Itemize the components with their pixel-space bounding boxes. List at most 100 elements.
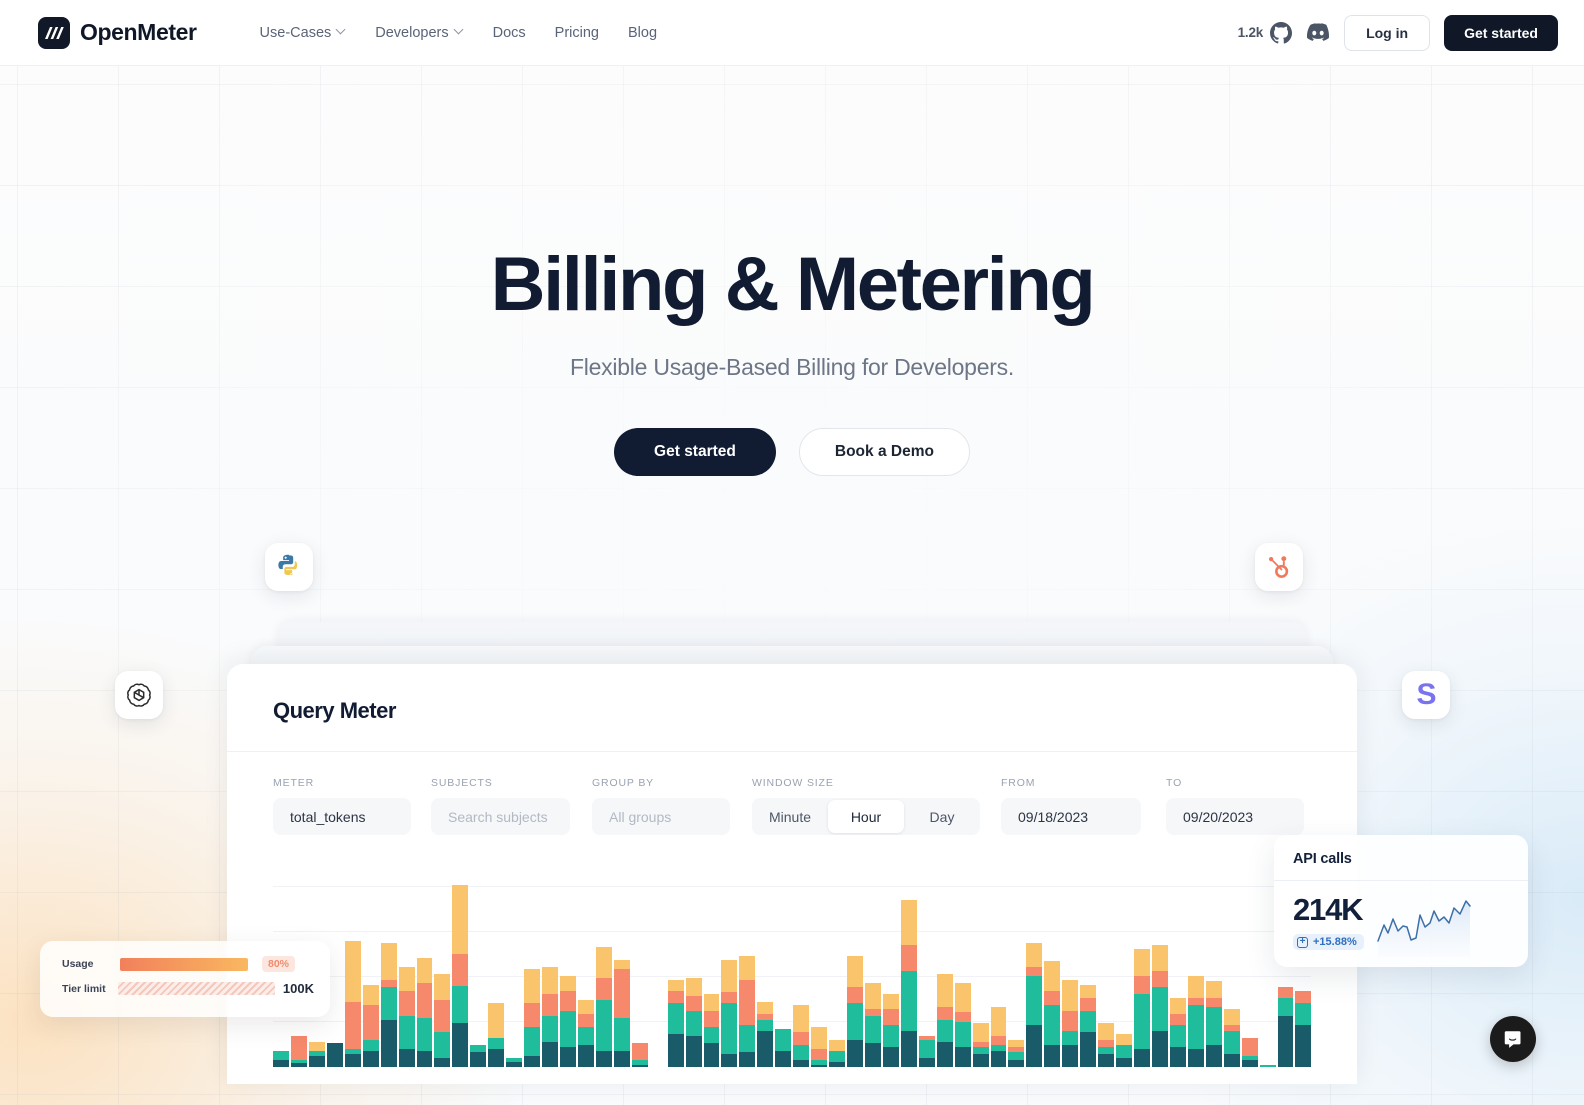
- chart-bar-segment: [524, 1003, 541, 1027]
- chart-bar-segment: [882, 1025, 899, 1047]
- intercom-chat-icon[interactable]: [1490, 1016, 1536, 1062]
- chart-bar-segment: [631, 1065, 648, 1067]
- chart-bar-segment: [900, 899, 917, 946]
- chart-bar-segment: [416, 957, 433, 984]
- get-started-button-nav[interactable]: Get started: [1444, 14, 1558, 51]
- window-size-option-day[interactable]: Day: [904, 798, 980, 835]
- chart-bar-segment: [290, 1063, 307, 1067]
- chart-bar-segment: [326, 1043, 343, 1067]
- nav-item-developers[interactable]: Developers: [364, 18, 474, 48]
- chart-bar-segment: [936, 1041, 953, 1067]
- chart-bar-segment: [1044, 961, 1061, 991]
- chart-bar: [847, 885, 863, 1067]
- chart-bar: [470, 885, 487, 1067]
- nav-item-use-cases[interactable]: Use-Cases: [249, 18, 358, 48]
- chart-bar-segment: [954, 1046, 971, 1067]
- chart-bar-segment: [847, 956, 863, 987]
- book-demo-button[interactable]: Book a Demo: [798, 428, 970, 477]
- chart-bar-segment: [452, 953, 469, 986]
- chart-bar-segment: [972, 1047, 989, 1055]
- chart-bar-segment: [1277, 1016, 1294, 1067]
- chart-bar-segment: [703, 1026, 720, 1044]
- nav-item-pricing[interactable]: Pricing: [544, 18, 610, 48]
- chart-bar-segment: [936, 1006, 953, 1020]
- discord-icon[interactable]: [1306, 23, 1330, 42]
- chart-bar-segment: [613, 959, 630, 969]
- chart-bar-segment: [1080, 1010, 1097, 1033]
- chart-bar-segment: [757, 1030, 774, 1067]
- chart-bar: [1134, 885, 1150, 1067]
- chart-bar-segment: [1169, 1025, 1186, 1047]
- tier-limit-label: Tier limit: [62, 982, 106, 995]
- chart-bar-segment: [1026, 976, 1043, 1026]
- chart-bar-segment: [1116, 1034, 1132, 1046]
- meter-select[interactable]: total_tokens: [273, 798, 411, 835]
- to-date-input[interactable]: 09/20/2023: [1166, 798, 1304, 835]
- chart-bar-segment: [398, 966, 415, 991]
- chart-bar-segment: [864, 1043, 881, 1067]
- chart-bar: [416, 885, 433, 1067]
- landing-page: OpenMeter Use-Cases Developers Docs Pric…: [0, 0, 1584, 1105]
- chart-bar-segment: [1062, 1010, 1079, 1031]
- chart-bar-segment: [1277, 997, 1294, 1017]
- chart-bar: [972, 885, 989, 1067]
- openmeter-logo-icon[interactable]: [38, 16, 70, 49]
- chart-bar-segment: [380, 943, 397, 980]
- chart-bar-segment: [793, 1005, 810, 1033]
- chart-bar-segment: [739, 956, 756, 980]
- chevron-down-icon: [337, 26, 346, 35]
- chart-bar-segment: [882, 1008, 899, 1026]
- login-button[interactable]: Log in: [1344, 14, 1431, 51]
- chart-bar-segment: [972, 1023, 989, 1042]
- navbar: OpenMeter Use-Cases Developers Docs Pric…: [0, 0, 1584, 66]
- github-star-count: 1.2k: [1237, 25, 1264, 40]
- chart-bar: [1116, 885, 1132, 1067]
- chart-bar-segment: [1080, 997, 1097, 1011]
- usage-percent-badge: 80%: [262, 956, 296, 972]
- chart-bar-segment: [990, 1036, 1007, 1046]
- window-size-option-minute[interactable]: Minute: [752, 798, 828, 835]
- chart-bar: [344, 885, 361, 1067]
- chart-bar-segment: [667, 979, 684, 991]
- query-form: METER total_tokens SUBJECTS Search subje…: [227, 752, 1357, 835]
- github-icon[interactable]: [1270, 21, 1293, 44]
- github-stars[interactable]: 1.2k: [1237, 21, 1293, 44]
- subjects-search-input[interactable]: Search subjects: [431, 798, 570, 835]
- chart-bar: [1008, 885, 1025, 1067]
- chart-bar-segment: [1098, 1039, 1115, 1047]
- usage-bar-chart: [273, 882, 1312, 1067]
- window-size-option-hour[interactable]: Hour: [828, 800, 904, 833]
- chart-bar-segment: [1062, 979, 1079, 1011]
- get-started-button-hero[interactable]: Get started: [614, 428, 776, 477]
- chart-bar-segment: [595, 977, 612, 1000]
- chart-bar-segment: [1187, 1005, 1204, 1049]
- brand-name[interactable]: OpenMeter: [80, 19, 197, 46]
- chart-bar-segment: [560, 976, 576, 991]
- chart-bar-segment: [703, 1043, 720, 1067]
- chart-bar-segment: [936, 1019, 953, 1042]
- chart-bar: [488, 885, 505, 1067]
- from-date-input[interactable]: 09/18/2023: [1001, 798, 1141, 835]
- chart-bar-segment: [470, 1045, 487, 1053]
- navbar-left: OpenMeter Use-Cases Developers Docs Pric…: [38, 16, 668, 49]
- chart-bar-segment: [1295, 1025, 1312, 1067]
- chart-bar-segment: [524, 1056, 541, 1067]
- hero-subtitle: Flexible Usage-Based Billing for Develop…: [569, 354, 1015, 381]
- chart-bar-segment: [380, 979, 397, 987]
- chart-bar-segment: [1169, 997, 1186, 1015]
- group-by-select[interactable]: All groups: [592, 798, 730, 835]
- chart-bar-segment: [308, 1056, 325, 1067]
- chart-bar: [613, 885, 630, 1067]
- field-meter: METER total_tokens: [273, 777, 411, 835]
- nav-item-docs[interactable]: Docs: [482, 18, 537, 48]
- usage-summary-card: Usage 80% Tier limit 100K: [40, 941, 330, 1017]
- nav-item-blog[interactable]: Blog: [617, 18, 668, 48]
- chart-bar-segment: [290, 1036, 307, 1060]
- chart-bar-segment: [685, 1010, 702, 1037]
- chart-bar: [667, 885, 684, 1067]
- chart-bar-segment: [972, 1054, 989, 1067]
- hubspot-icon: [1255, 543, 1303, 591]
- increase-icon: +: [1297, 936, 1308, 948]
- window-size-segmented-control: Minute Hour Day: [752, 798, 980, 835]
- chart-bar-segment: [273, 1059, 289, 1067]
